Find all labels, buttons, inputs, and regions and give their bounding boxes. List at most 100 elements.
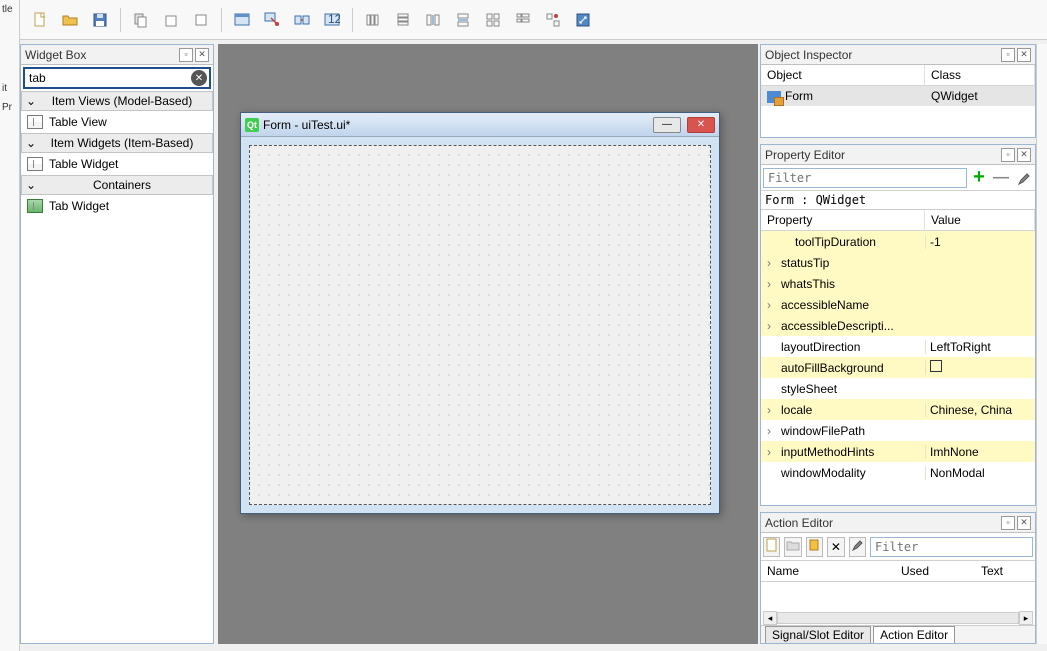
column-header[interactable]: Value	[925, 210, 1035, 231]
adjust-size-button[interactable]	[569, 6, 597, 34]
widget-item[interactable]: Table Widget	[21, 153, 213, 175]
expand-icon[interactable]: ›	[761, 424, 777, 438]
column-header[interactable]: Class	[925, 65, 1035, 86]
property-row[interactable]: ›whatsThis	[761, 273, 1035, 294]
main-toolbar: 123	[20, 0, 1047, 40]
open-file-button[interactable]	[56, 6, 84, 34]
expand-icon[interactable]: ›	[761, 277, 777, 291]
remove-property-button[interactable]: —	[991, 168, 1011, 188]
new-action-button[interactable]	[763, 537, 780, 557]
dock-close-button[interactable]: ✕	[1017, 516, 1031, 530]
dock-float-button[interactable]: ▫	[1001, 148, 1015, 162]
qt-icon: Qt	[245, 118, 259, 132]
new-file-button[interactable]	[26, 6, 54, 34]
checkbox-unchecked-icon[interactable]	[930, 360, 942, 372]
property-value[interactable]: Chinese, China	[925, 403, 1035, 417]
form-window[interactable]: Qt Form - uiTest.ui* — ✕	[240, 112, 720, 514]
copy-action-button[interactable]	[806, 537, 823, 557]
expand-icon[interactable]: ›	[761, 403, 777, 417]
design-canvas[interactable]: Qt Form - uiTest.ui* — ✕	[218, 44, 758, 644]
property-row[interactable]: autoFillBackground	[761, 357, 1035, 378]
column-header[interactable]: Text	[975, 561, 1035, 581]
property-row[interactable]: ›localeChinese, China	[761, 399, 1035, 420]
break-layout-button[interactable]	[539, 6, 567, 34]
property-row[interactable]: ›accessibleDescripti...	[761, 315, 1035, 336]
property-settings-button[interactable]	[1013, 168, 1033, 188]
add-property-button[interactable]: +	[969, 168, 989, 188]
form-titlebar[interactable]: Qt Form - uiTest.ui* — ✕	[241, 113, 719, 137]
property-row[interactable]: toolTipDuration-1	[761, 231, 1035, 252]
property-value[interactable]	[925, 360, 1035, 375]
property-row[interactable]: ›statusTip	[761, 252, 1035, 273]
scroll-right-button[interactable]: ▸	[1019, 611, 1033, 625]
property-name: toolTipDuration	[777, 235, 925, 249]
property-name: autoFillBackground	[777, 361, 925, 375]
dock-close-button[interactable]: ✕	[1017, 48, 1031, 62]
clear-search-icon[interactable]: ✕	[191, 70, 207, 86]
layout-hsplit-button[interactable]	[419, 6, 447, 34]
expand-icon[interactable]: ›	[761, 319, 777, 333]
widget-search-field[interactable]: ✕	[23, 67, 211, 89]
property-row[interactable]: ›accessibleName	[761, 294, 1035, 315]
delete-action-button[interactable]: ✕	[827, 537, 844, 557]
property-row[interactable]: windowModalityNonModal	[761, 462, 1035, 483]
open-action-button[interactable]	[784, 537, 801, 557]
widget-item[interactable]: Table View	[21, 111, 213, 133]
expand-icon[interactable]: ›	[761, 298, 777, 312]
dock-close-button[interactable]: ✕	[1017, 148, 1031, 162]
cut-button[interactable]	[187, 6, 215, 34]
close-button[interactable]: ✕	[687, 117, 715, 133]
dock-close-button[interactable]: ✕	[195, 48, 209, 62]
expand-icon[interactable]: ›	[761, 256, 777, 270]
widget-item-label: Tab Widget	[49, 199, 109, 213]
dock-float-button[interactable]: ▫	[1001, 516, 1015, 530]
edit-signals-button[interactable]	[258, 6, 286, 34]
column-header[interactable]: Object	[761, 65, 925, 86]
category-header[interactable]: ⌄Item Widgets (Item-Based)	[21, 133, 213, 153]
widget-search-input[interactable]	[27, 71, 191, 85]
property-value[interactable]: ImhNone	[925, 445, 1035, 459]
dock-float-button[interactable]: ▫	[1001, 48, 1015, 62]
edit-widgets-button[interactable]	[228, 6, 256, 34]
property-value[interactable]: NonModal	[925, 466, 1035, 480]
edit-buddies-button[interactable]	[288, 6, 316, 34]
layout-horizontal-button[interactable]	[359, 6, 387, 34]
layout-vertical-button[interactable]	[389, 6, 417, 34]
column-header[interactable]: Name	[761, 561, 895, 581]
form-body[interactable]	[249, 145, 711, 505]
property-row[interactable]: ›inputMethodHintsImhNone	[761, 441, 1035, 462]
dock-float-button[interactable]: ▫	[179, 48, 193, 62]
edit-tab-order-button[interactable]: 123	[318, 6, 346, 34]
minimize-button[interactable]: —	[653, 117, 681, 133]
save-file-button[interactable]	[86, 6, 114, 34]
layout-grid-button[interactable]	[479, 6, 507, 34]
copy-button[interactable]	[127, 6, 155, 34]
column-header[interactable]: Property	[761, 210, 925, 231]
property-row[interactable]: ›windowFilePath	[761, 420, 1035, 441]
category-header[interactable]: ⌄Containers	[21, 175, 213, 195]
category-header[interactable]: ⌄Item Views (Model-Based)	[21, 91, 213, 111]
action-filter-input[interactable]	[870, 537, 1033, 557]
layout-form-button[interactable]	[509, 6, 537, 34]
tab-signal-slot-editor[interactable]: Signal/Slot Editor	[765, 626, 871, 643]
property-value[interactable]: -1	[925, 235, 1035, 249]
property-row[interactable]: layoutDirectionLeftToRight	[761, 336, 1035, 357]
property-value[interactable]: LeftToRight	[925, 340, 1035, 354]
property-list[interactable]: toolTipDuration-1›statusTip›whatsThis›ac…	[761, 231, 1035, 483]
property-editor-panel: Property Editor ▫ ✕ + — Form : QWidget P…	[760, 144, 1036, 506]
tab-action-editor[interactable]: Action Editor	[873, 626, 955, 643]
action-list[interactable]	[761, 582, 1035, 611]
widget-item[interactable]: Tab Widget	[21, 195, 213, 217]
paste-button[interactable]	[157, 6, 185, 34]
object-row[interactable]: Form QWidget	[761, 86, 1035, 106]
property-name: layoutDirection	[777, 340, 925, 354]
action-hscroll[interactable]: ◂ ▸	[761, 611, 1035, 625]
property-row[interactable]: styleSheet	[761, 378, 1035, 399]
configure-action-button[interactable]	[849, 537, 866, 557]
column-header[interactable]: Used	[895, 561, 975, 581]
layout-vsplit-button[interactable]	[449, 6, 477, 34]
scroll-left-button[interactable]: ◂	[763, 611, 777, 625]
expand-icon[interactable]: ›	[761, 445, 777, 459]
property-name: statusTip	[777, 256, 925, 270]
property-filter-input[interactable]	[763, 168, 967, 188]
